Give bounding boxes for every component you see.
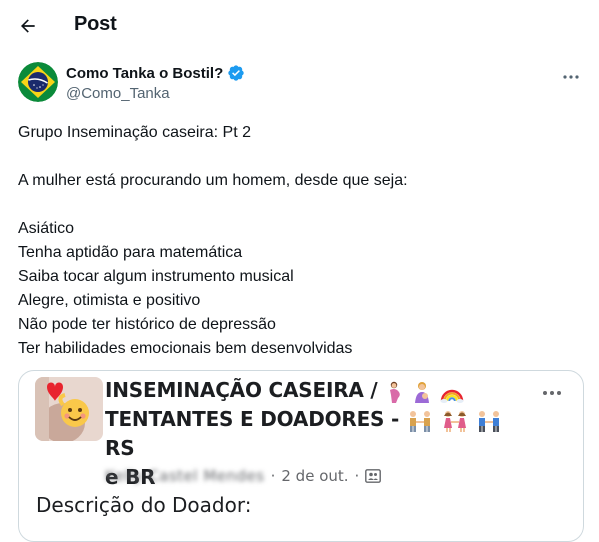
author-display-name: Como Tanka o Bostil? [66,64,224,82]
group-title-line2: TENTANTES E DOADORES - [105,407,400,431]
meta-separator: · [354,467,360,485]
post-text: Grupo Inseminação caseira: Pt 2 A mulher… [18,121,578,361]
post-author: Como Tanka o Bostil? @Como_Tanka [18,62,590,106]
post-line: Tenha aptidão para matemática [18,244,243,261]
back-button[interactable] [10,8,46,44]
arrow-left-icon [21,19,35,33]
post-line [18,193,578,217]
more-icon [563,75,579,79]
verified-badge-icon [228,65,244,81]
meta-separator: · [270,467,276,485]
post-header: Post [0,0,599,52]
post-date: 2 de out. [281,467,349,485]
pregnant-woman-emoji-icon [390,381,401,403]
group-post-meta: Kelly Castel Mendes · 2 de out. · [105,465,382,487]
more-icon [543,391,561,395]
post-line: Saiba tocar algum instrumento musical [18,268,294,285]
group-audience-icon [365,469,382,483]
rainbow-emoji-icon [440,389,464,403]
page-title: Post [74,13,117,35]
group-title-line1: INSEMINAÇÃO CASEIRA / [105,378,378,402]
woman-feeding-baby-emoji-icon [415,381,430,403]
group-thumbnail [35,377,103,441]
women-holding-hands-emoji-icon [443,410,466,432]
author-name[interactable]: Como Tanka o Bostil? [66,64,245,82]
group-title-line2-suffix: RS [105,436,135,460]
embedded-image[interactable]: INSEMINAÇÃO CASEIRA / TENTANTES E DOADOR… [18,370,584,542]
people-holding-hands-emoji-icon [409,410,430,432]
post-line: Alegre, otimista e positivo [18,292,201,309]
men-holding-hands-emoji-icon [479,410,500,432]
post-line: Ter habilidades emocionais bem desenvolv… [18,340,353,357]
post-line: Grupo Inseminação caseira: Pt 2 [18,124,252,141]
post-line [18,145,578,169]
post-line: Não pode ter histórico de depressão [18,316,276,333]
brazil-flag-avatar [18,62,58,102]
more-options-button[interactable] [558,64,584,90]
author-handle[interactable]: @Como_Tanka [66,85,170,102]
post-line: Asiático [18,220,75,237]
card-more-button[interactable] [539,383,565,403]
post-line: A mulher está procurando um homem, desde… [18,172,408,189]
blurred-author-name: Kelly Castel Mendes [105,467,265,485]
donor-description-heading: Descrição do Doador: [36,493,252,517]
avatar[interactable] [18,62,58,102]
